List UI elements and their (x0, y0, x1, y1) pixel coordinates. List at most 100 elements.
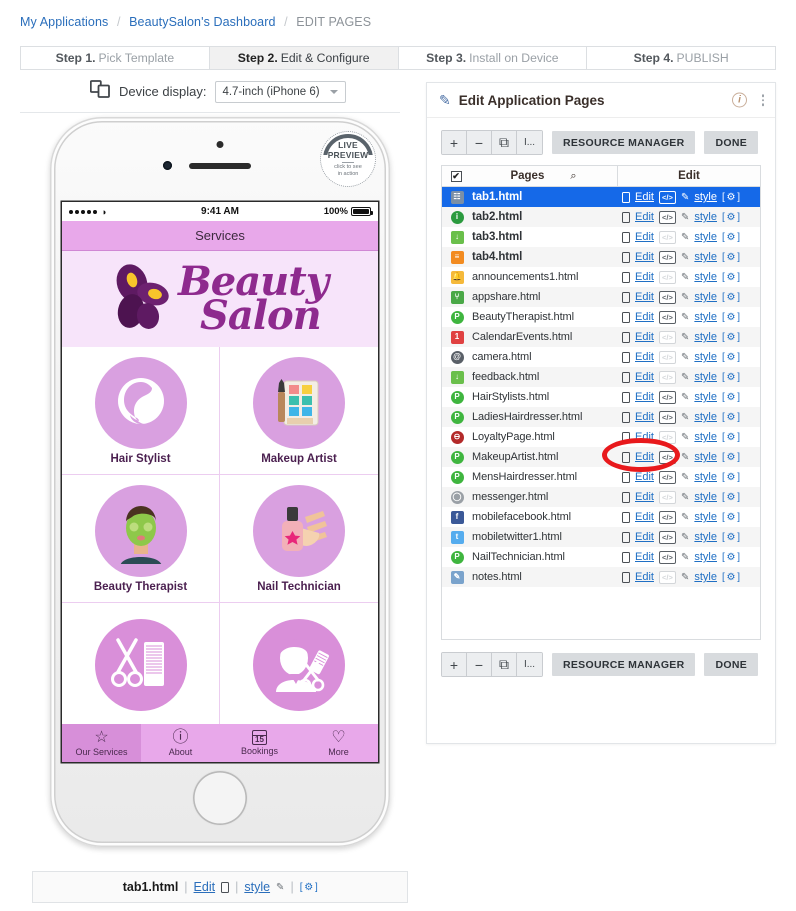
row-gear-button[interactable]: [ ⚙ ] (722, 572, 740, 583)
tab-step-3[interactable]: Step 3. Install on Device (399, 47, 588, 69)
table-row[interactable]: P NailTechnician.html Edit </> ✎ style [ ⚙ ] (442, 547, 760, 567)
add-page-button-bottom[interactable]: + (442, 653, 467, 676)
code-icon[interactable]: </> (658, 530, 676, 544)
code-icon[interactable]: </> (658, 190, 676, 204)
table-row[interactable]: P BeautyTherapist.html Edit </> ✎ style [ ⚙ ] (442, 307, 760, 327)
table-row[interactable]: P MakeupArtist.html Edit </> ✎ style [ ⚙ ] (442, 447, 760, 467)
row-edit-link[interactable]: Edit (635, 351, 654, 363)
row-gear-button[interactable]: [ ⚙ ] (722, 512, 740, 523)
row-style-link[interactable]: style (694, 231, 717, 243)
resource-manager-button-bottom[interactable]: RESOURCE MANAGER (552, 653, 696, 676)
row-gear-button[interactable]: [ ⚙ ] (722, 232, 740, 243)
home-button[interactable] (193, 771, 247, 825)
row-edit-link[interactable]: Edit (635, 551, 654, 563)
row-style-link[interactable]: style (694, 471, 717, 483)
row-edit-link[interactable]: Edit (635, 231, 654, 243)
row-style-link[interactable]: style (694, 271, 717, 283)
row-edit-link[interactable]: Edit (635, 491, 654, 503)
row-style-link[interactable]: style (694, 191, 717, 203)
table-row[interactable]: @ camera.html Edit </> ✎ style [ ⚙ ] (442, 347, 760, 367)
resource-manager-button[interactable]: RESOURCE MANAGER (552, 131, 696, 154)
row-gear-button[interactable]: [ ⚙ ] (722, 292, 740, 303)
row-style-link[interactable]: style (694, 331, 717, 343)
row-style-link[interactable]: style (694, 291, 717, 303)
code-icon[interactable]: </> (658, 470, 676, 484)
row-style-link[interactable]: style (694, 551, 717, 563)
row-gear-button[interactable]: [ ⚙ ] (722, 472, 740, 483)
row-style-link[interactable]: style (694, 251, 717, 263)
row-gear-button[interactable]: [ ⚙ ] (722, 272, 740, 283)
service-tile-hair-stylist[interactable]: Hair Stylist (62, 347, 220, 475)
select-all-checkbox[interactable]: ✔ (450, 170, 462, 182)
row-style-link[interactable]: style (694, 531, 717, 543)
row-style-link[interactable]: style (694, 511, 717, 523)
service-tile-makeup-artist[interactable]: Makeup Artist (220, 347, 378, 475)
row-gear-button[interactable]: [ ⚙ ] (722, 452, 740, 463)
service-tile-barber[interactable] (220, 603, 378, 731)
row-edit-link[interactable]: Edit (635, 371, 654, 383)
row-edit-link[interactable]: Edit (635, 451, 654, 463)
row-style-link[interactable]: style (694, 311, 717, 323)
table-row[interactable]: f mobilefacebook.html Edit </> ✎ style [ ⚙ ] (442, 507, 760, 527)
live-preview-badge[interactable]: LIVE PREVIEW click to see in action (320, 131, 376, 187)
table-row[interactable]: P MensHairdresser.html Edit </> ✎ style [ ⚙ ] (442, 467, 760, 487)
row-gear-button[interactable]: [ ⚙ ] (722, 532, 740, 543)
row-gear-button[interactable]: [ ⚙ ] (722, 492, 740, 503)
table-row[interactable]: 1 CalendarEvents.html Edit </> ✎ style [ ⚙ ] (442, 327, 760, 347)
tab-step-4[interactable]: Step 4. PUBLISH (587, 47, 775, 69)
table-row[interactable]: ◯ messenger.html Edit </> ✎ style [ ⚙ ] (442, 487, 760, 507)
row-style-link[interactable]: style (694, 371, 717, 383)
row-style-link[interactable]: style (694, 211, 717, 223)
code-icon[interactable]: </> (658, 250, 676, 264)
table-row[interactable]: ⊖ LoyaltyPage.html Edit </> ✎ style [ ⚙ ] (442, 427, 760, 447)
service-tile-scissors-comb[interactable] (62, 603, 220, 731)
row-edit-link[interactable]: Edit (635, 571, 654, 583)
row-gear-button[interactable]: [ ⚙ ] (722, 192, 740, 203)
row-edit-link[interactable]: Edit (635, 391, 654, 403)
row-style-link[interactable]: style (694, 351, 717, 363)
tab-about[interactable]: ⓘ About (141, 724, 220, 762)
row-edit-link[interactable]: Edit (635, 271, 654, 283)
strip-style-link[interactable]: style (244, 880, 270, 894)
row-gear-button[interactable]: [ ⚙ ] (722, 352, 740, 363)
row-style-link[interactable]: style (694, 411, 717, 423)
search-icon[interactable]: ⌕ (570, 170, 576, 183)
rename-page-button[interactable]: I... (517, 131, 542, 154)
code-icon[interactable]: </> (658, 210, 676, 224)
tab-step-1[interactable]: Step 1. Pick Template (21, 47, 210, 69)
row-gear-button[interactable]: [ ⚙ ] (722, 252, 740, 263)
row-edit-link[interactable]: Edit (635, 431, 654, 443)
row-gear-button[interactable]: [ ⚙ ] (722, 552, 740, 563)
table-row[interactable]: ☷ tab1.html Edit </> ✎ style [ ⚙ ] (442, 187, 760, 207)
tab-bookings[interactable]: 15 Bookings (220, 724, 299, 762)
table-row[interactable]: ↓ tab3.html Edit </> ✎ style [ ⚙ ] (442, 227, 760, 247)
row-gear-button[interactable]: [ ⚙ ] (722, 372, 740, 383)
breadcrumb-item-my-applications[interactable]: My Applications (20, 15, 108, 29)
table-row[interactable]: ✎ notes.html Edit </> ✎ style [ ⚙ ] (442, 567, 760, 587)
remove-page-button[interactable]: − (467, 131, 492, 154)
row-edit-link[interactable]: Edit (635, 211, 654, 223)
row-style-link[interactable]: style (694, 391, 717, 403)
table-row[interactable]: ⑂ appshare.html Edit </> ✎ style [ ⚙ ] (442, 287, 760, 307)
service-tile-nail-technician[interactable]: Nail Technician (220, 475, 378, 603)
row-gear-button[interactable]: [ ⚙ ] (722, 432, 740, 443)
table-row[interactable]: ↓ feedback.html Edit </> ✎ style [ ⚙ ] (442, 367, 760, 387)
row-style-link[interactable]: style (694, 571, 717, 583)
table-row[interactable]: P LadiesHairdresser.html Edit </> ✎ style [ ⚙ … (442, 407, 760, 427)
code-icon[interactable]: </> (658, 410, 676, 424)
code-icon[interactable]: </> (658, 310, 676, 324)
table-row[interactable]: 🔔 announcements1.html Edit </> ✎ style [ ⚙ ] (442, 267, 760, 287)
more-vertical-icon[interactable] (761, 94, 764, 106)
strip-edit-link[interactable]: Edit (194, 880, 216, 894)
row-gear-button[interactable]: [ ⚙ ] (722, 332, 740, 343)
row-edit-link[interactable]: Edit (635, 531, 654, 543)
tab-more[interactable]: ♡ More (299, 724, 378, 762)
code-icon[interactable]: </> (658, 550, 676, 564)
code-icon[interactable]: </> (658, 390, 676, 404)
table-row[interactable]: ≡ tab4.html Edit </> ✎ style [ ⚙ ] (442, 247, 760, 267)
table-row[interactable]: t mobiletwitter1.html Edit </> ✎ style [ ⚙ ] (442, 527, 760, 547)
done-button-top[interactable]: DONE (704, 131, 759, 154)
row-edit-link[interactable]: Edit (635, 191, 654, 203)
row-gear-button[interactable]: [ ⚙ ] (722, 392, 740, 403)
remove-page-button-bottom[interactable]: − (467, 653, 492, 676)
